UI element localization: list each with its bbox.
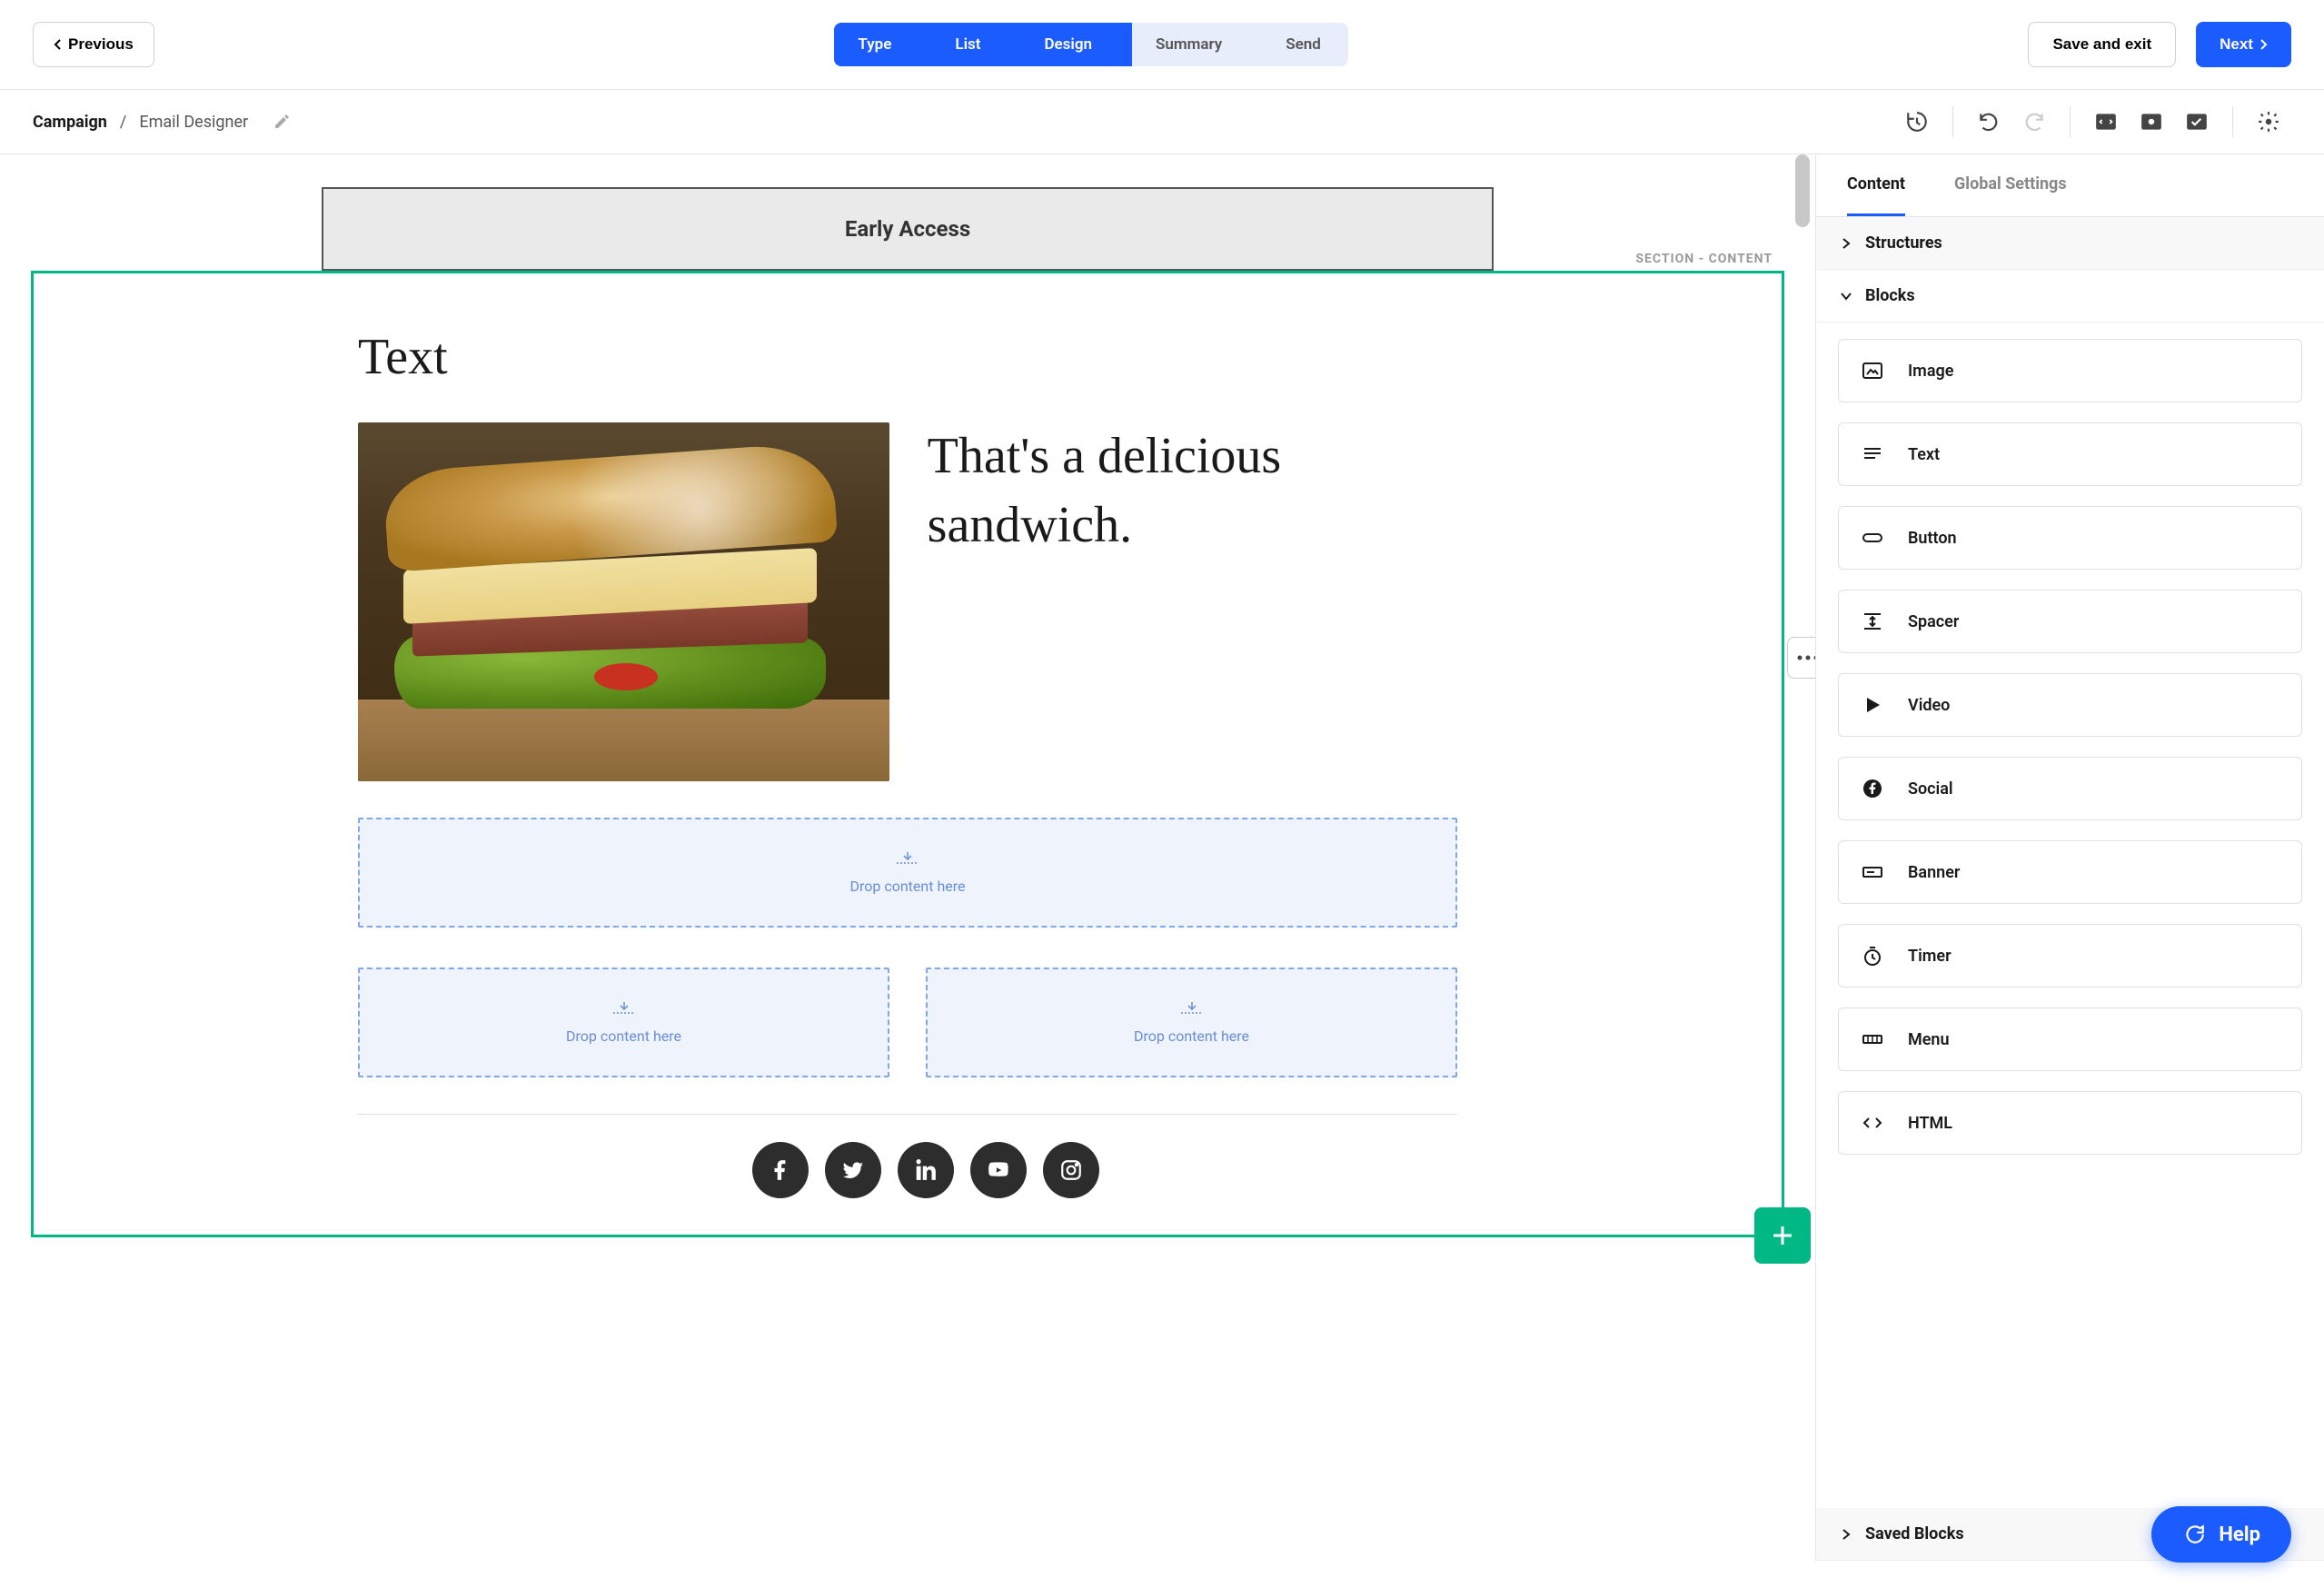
block-video[interactable]: Video (1838, 673, 2302, 737)
divider (358, 1114, 1457, 1115)
undo-icon[interactable] (1975, 108, 2002, 135)
breadcrumb-separator: / (120, 113, 126, 132)
dropzone-full[interactable]: Drop content here (358, 818, 1457, 928)
toolbar-divider (1952, 106, 1953, 137)
previous-label: Previous (68, 35, 134, 54)
step-design[interactable]: Design (1008, 23, 1119, 66)
header-banner[interactable]: Early Access (322, 187, 1494, 271)
block-label: Spacer (1908, 612, 1959, 631)
history-icon[interactable] (1903, 108, 1931, 135)
block-label: Menu (1908, 1030, 1950, 1049)
breadcrumb: Campaign / Email Designer (33, 113, 290, 132)
step-list[interactable]: List (919, 23, 1008, 66)
instagram-icon[interactable] (1043, 1142, 1099, 1198)
block-label: Button (1908, 529, 1957, 548)
block-button[interactable]: Button (1838, 506, 2302, 570)
html-icon (1861, 1112, 1884, 1134)
dropzone-left[interactable]: Drop content here (358, 968, 889, 1077)
previous-button[interactable]: Previous (33, 22, 154, 67)
twitter-icon[interactable] (825, 1142, 881, 1198)
chevron-right-icon (2259, 38, 2268, 51)
drop-icon (895, 850, 920, 867)
block-spacer[interactable]: Spacer (1838, 590, 2302, 653)
redo-icon (2021, 108, 2048, 135)
accordion-blocks[interactable]: Blocks (1816, 270, 2324, 323)
accordion-structures[interactable]: Structures (1816, 217, 2324, 270)
chevron-right-icon (1840, 1528, 1852, 1541)
timer-icon (1861, 945, 1884, 967)
toolbar-divider (2070, 106, 2071, 137)
chevron-left-icon (54, 38, 63, 51)
tab-content[interactable]: Content (1847, 154, 1905, 216)
block-label: Banner (1908, 863, 1960, 882)
facebook-icon[interactable] (752, 1142, 809, 1198)
dropzone-label: Drop content here (1134, 1027, 1249, 1045)
button-icon (1861, 527, 1884, 549)
banner-icon (1861, 861, 1884, 883)
block-label: Social (1908, 779, 1953, 799)
accordion-label: Blocks (1865, 286, 1915, 305)
step-send[interactable]: Send (1249, 23, 1348, 66)
next-button[interactable]: Next (2196, 22, 2291, 67)
text-block-heading[interactable]: Text (358, 328, 1494, 386)
accordion-label: Structures (1865, 233, 1942, 253)
sidebar: Content Global Settings Structures Block… (1815, 154, 2324, 1561)
code-view-icon[interactable] (2092, 108, 2120, 135)
block-label: Image (1908, 362, 1953, 381)
block-social[interactable]: Social (1838, 757, 2302, 820)
chat-icon (2182, 1523, 2206, 1546)
save-and-exit-button[interactable]: Save and exit (2028, 22, 2176, 67)
drop-icon (1179, 1000, 1205, 1017)
wizard-stepper: Type List Design Summary Send (834, 23, 1347, 66)
dropzone-label: Drop content here (566, 1027, 681, 1045)
test-send-icon[interactable] (2183, 108, 2210, 135)
chevron-down-icon (1840, 290, 1852, 303)
youtube-icon[interactable] (970, 1142, 1027, 1198)
block-label: HTML (1908, 1114, 1952, 1133)
block-banner[interactable]: Banner (1838, 840, 2302, 904)
spacer-icon (1861, 610, 1884, 632)
accordion-label: Saved Blocks (1865, 1524, 1964, 1543)
editor-toolbar (1894, 106, 2291, 137)
image-icon (1861, 360, 1884, 382)
block-label: Text (1908, 445, 1940, 464)
social-row (358, 1142, 1494, 1235)
linkedin-icon[interactable] (898, 1142, 954, 1198)
preview-icon[interactable] (2138, 108, 2165, 135)
block-text[interactable]: Text (1838, 422, 2302, 486)
dropzone-right[interactable]: Drop content here (926, 968, 1457, 1077)
dropzone-label: Drop content here (850, 878, 966, 895)
settings-icon[interactable] (2255, 108, 2282, 135)
canvas[interactable]: Early Access SECTION - CONTENT Text (0, 154, 1815, 1561)
help-label: Help (2219, 1523, 2260, 1546)
step-summary[interactable]: Summary (1119, 23, 1249, 66)
canvas-scrollbar[interactable] (1795, 154, 1810, 1561)
menu-icon (1861, 1028, 1884, 1050)
toolbar-divider (2232, 106, 2233, 137)
block-menu[interactable]: Menu (1838, 1007, 2302, 1071)
block-timer[interactable]: Timer (1838, 924, 2302, 988)
block-image[interactable]: Image (1838, 339, 2302, 402)
block-label: Timer (1908, 947, 1952, 966)
chevron-right-icon (1840, 237, 1852, 250)
image-block-sandwich[interactable] (358, 422, 889, 781)
block-html[interactable]: HTML (1838, 1091, 2302, 1155)
drop-icon (611, 1000, 637, 1017)
breadcrumb-leaf: Email Designer (139, 113, 248, 132)
social-icon (1861, 778, 1884, 799)
blocks-list: Image Text Button Spacer Video Social (1816, 323, 2324, 1508)
breadcrumb-root[interactable]: Campaign (33, 113, 107, 132)
block-label: Video (1908, 696, 1950, 715)
help-button[interactable]: Help (2151, 1506, 2291, 1563)
step-type[interactable]: Type (834, 23, 919, 66)
section-badge: SECTION - CONTENT (1626, 250, 1782, 268)
text-icon (1861, 443, 1884, 465)
video-icon (1861, 694, 1884, 716)
tab-global-settings[interactable]: Global Settings (1954, 154, 2067, 216)
section-content[interactable]: SECTION - CONTENT Text (31, 271, 1784, 1237)
caption-text[interactable]: That's a delicious sandwich. (928, 422, 1494, 560)
header-banner-title: Early Access (845, 216, 970, 242)
edit-name-icon[interactable] (273, 114, 290, 130)
